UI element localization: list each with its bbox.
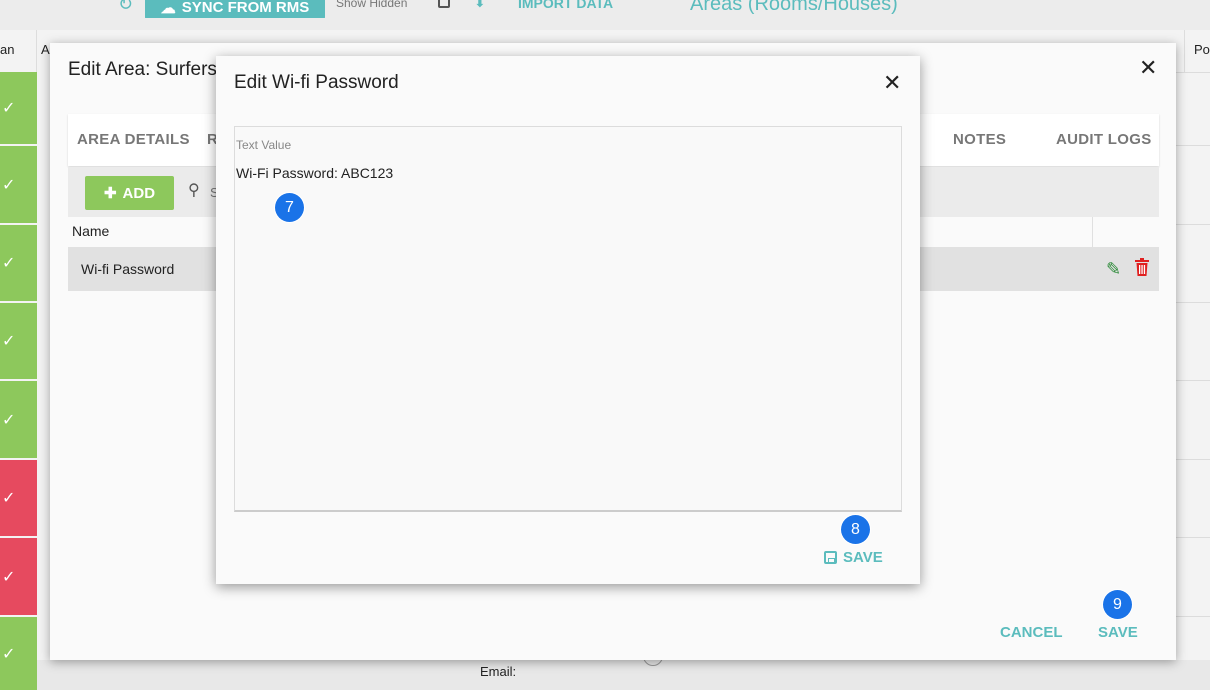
status-cell-green[interactable]: ✓ xyxy=(0,225,37,301)
tab-notes[interactable]: NOTES xyxy=(953,131,1006,148)
row-divider xyxy=(1176,145,1210,146)
broom-icon: ✓ xyxy=(2,568,16,586)
close-icon[interactable]: ✕ xyxy=(1139,55,1157,81)
refresh-icon[interactable]: ↻ xyxy=(118,0,133,15)
add-button[interactable]: ✚ ADD xyxy=(85,176,174,210)
broom-icon: ✓ xyxy=(2,411,16,429)
cancel-button[interactable]: CANCEL xyxy=(1000,624,1063,641)
wifi-save-button[interactable]: SAVE xyxy=(824,549,883,566)
step-badge: 7 xyxy=(275,193,304,222)
broom-icon: ✓ xyxy=(2,255,16,272)
import-button-label: IMPORT DATA xyxy=(518,0,614,11)
edit-wifi-password-dialog: Edit Wi-fi Password ✕ Text Value Wi-Fi P… xyxy=(216,56,920,584)
row-divider xyxy=(1176,537,1210,538)
broom-icon: ✓ xyxy=(2,490,16,507)
status-cell-green[interactable]: ✓ xyxy=(0,146,37,223)
dialog-title: Edit Wi-fi Password xyxy=(234,72,399,93)
plus-icon: ✚ xyxy=(103,185,117,202)
add-button-label: ADD xyxy=(122,184,156,202)
column-header-name: Name xyxy=(72,223,110,239)
status-cell-red[interactable]: ✓ xyxy=(0,538,37,615)
save-button-label: SAVE xyxy=(843,549,883,566)
column-divider xyxy=(1092,217,1093,247)
column-divider xyxy=(36,30,37,72)
step-badge: 8 xyxy=(841,515,870,544)
trash-icon[interactable] xyxy=(1134,258,1150,277)
status-cell-green[interactable]: ✓ xyxy=(0,72,37,144)
import-data-button[interactable]: IMPORT DATA xyxy=(518,0,613,11)
status-cell-green[interactable]: ✓ xyxy=(0,303,37,379)
row-name-cell: Wi-fi Password xyxy=(81,261,175,277)
show-hidden-checkbox[interactable] xyxy=(438,0,450,8)
step-badge: 9 xyxy=(1103,590,1132,619)
cloud-download-icon: ☁ xyxy=(160,0,176,17)
text-value-label: Text Value xyxy=(236,138,292,152)
page-title: Areas (Rooms/Houses) xyxy=(690,0,898,15)
top-toolbar: ↻ ☁ SYNC FROM RMS Show Hidden ⬇ IMPORT D… xyxy=(0,0,1210,18)
status-cell-green[interactable]: ✓ xyxy=(0,381,37,458)
column-header-po: Po xyxy=(1194,42,1210,57)
pencil-icon[interactable]: ✎ xyxy=(1106,259,1121,280)
tab-audit-logs[interactable]: AUDIT LOGS xyxy=(1056,131,1152,148)
row-divider xyxy=(1176,380,1210,381)
save-button[interactable]: SAVE xyxy=(1098,624,1138,641)
background-footer xyxy=(37,660,1210,690)
column-header-a: A xyxy=(41,42,50,57)
column-header-left: an xyxy=(0,42,15,57)
row-divider xyxy=(1176,72,1210,73)
tab-area-details[interactable]: AREA DETAILS xyxy=(77,131,190,148)
row-divider xyxy=(1176,302,1210,303)
search-icon: ⚲ xyxy=(188,182,200,199)
broom-icon: ✓ xyxy=(2,333,16,350)
status-cell-green[interactable]: ✓ xyxy=(0,617,37,690)
sync-button-label: SYNC FROM RMS xyxy=(181,0,310,16)
sync-from-rms-button[interactable]: ☁ SYNC FROM RMS xyxy=(145,0,325,18)
dialog-title: Edit Area: Surfers xyxy=(68,59,217,80)
broom-icon: ✓ xyxy=(2,100,16,117)
text-value-textarea[interactable]: Text Value Wi-Fi Password: ABC123 xyxy=(234,126,902,512)
row-divider xyxy=(1176,459,1210,460)
floppy-disk-icon xyxy=(824,551,837,564)
email-label: Email: xyxy=(480,664,517,679)
status-cell-red[interactable]: ✓ xyxy=(0,460,37,536)
row-divider xyxy=(1176,224,1210,225)
column-divider xyxy=(1184,30,1185,72)
download-icon[interactable]: ⬇ xyxy=(474,0,486,11)
row-divider xyxy=(1176,616,1210,617)
broom-icon: ✓ xyxy=(2,176,16,194)
close-icon[interactable]: ✕ xyxy=(883,70,901,96)
text-value-content[interactable]: Wi-Fi Password: ABC123 xyxy=(236,165,393,181)
broom-icon: ✓ xyxy=(2,645,16,663)
show-hidden-label: Show Hidden xyxy=(336,0,408,10)
